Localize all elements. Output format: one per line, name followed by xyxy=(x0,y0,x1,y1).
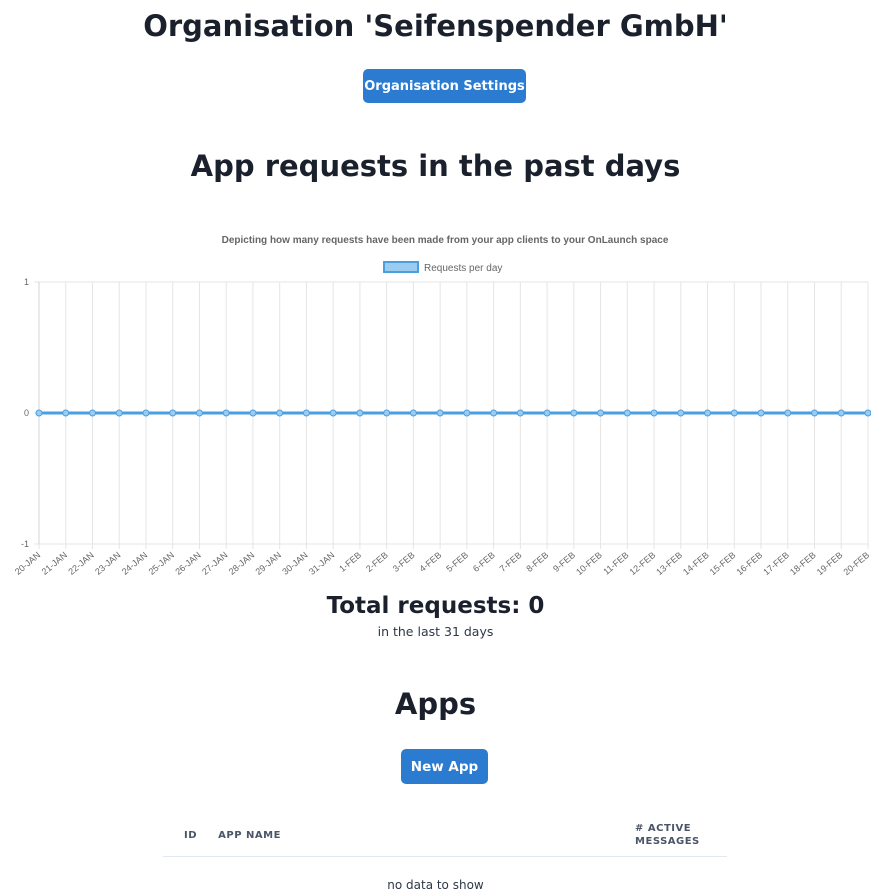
x-tick-label: 4-FEB xyxy=(417,550,443,574)
legend-label: Requests per day xyxy=(424,263,502,274)
x-tick-label: 2-FEB xyxy=(364,550,390,574)
x-tick-label: 9-FEB xyxy=(551,550,577,574)
data-point xyxy=(356,409,364,417)
data-point xyxy=(543,409,551,417)
data-point xyxy=(784,409,792,417)
x-tick-label: 19-FEB xyxy=(815,550,845,577)
y-tick-label: -1 xyxy=(21,539,29,549)
x-tick-label: 15-FEB xyxy=(708,550,738,577)
x-tick-label: 24-JAN xyxy=(120,550,149,577)
data-point xyxy=(302,409,310,417)
apps-table-header-row: ID APP NAME # ACTIVE MESSAGES xyxy=(163,818,727,857)
x-tick-label: 20-JAN xyxy=(13,550,42,577)
data-point xyxy=(811,409,819,417)
data-point xyxy=(570,409,578,417)
x-tick-label: 16-FEB xyxy=(735,550,765,577)
data-point xyxy=(864,409,871,417)
data-point xyxy=(837,409,845,417)
data-point xyxy=(623,409,631,417)
column-header-active-messages[interactable]: # ACTIVE MESSAGES xyxy=(635,818,727,857)
data-point xyxy=(62,409,70,417)
data-point xyxy=(597,409,605,417)
data-point xyxy=(677,409,685,417)
data-point xyxy=(195,409,203,417)
x-tick-label: 22-JAN xyxy=(66,550,95,577)
x-tick-label: 18-FEB xyxy=(788,550,818,577)
x-tick-label: 21-JAN xyxy=(40,550,69,577)
x-tick-label: 8-FEB xyxy=(524,550,550,574)
empty-state-text: no data to show xyxy=(387,878,484,892)
apps-section-title: Apps xyxy=(394,687,477,721)
page-title: Organisation 'Seifenspender GmbH' xyxy=(143,9,728,43)
x-tick-label: 13-FEB xyxy=(654,550,684,577)
x-tick-label: 5-FEB xyxy=(444,550,470,574)
data-point xyxy=(88,409,96,417)
column-header-id[interactable]: ID xyxy=(163,818,219,857)
requests-section-title: App requests in the past days xyxy=(190,149,681,183)
data-point xyxy=(490,409,498,417)
chart-title: Depicting how many requests have been ma… xyxy=(222,235,669,246)
requests-chart: Depicting how many requests have been ma… xyxy=(0,225,871,600)
new-app-button[interactable]: New App xyxy=(401,749,488,784)
x-tick-label: 31-JAN xyxy=(307,550,336,577)
data-point xyxy=(730,409,738,417)
total-requests: Total requests: 0 xyxy=(326,593,545,619)
x-tick-label: 29-JAN xyxy=(254,550,283,577)
x-tick-label: 14-FEB xyxy=(681,550,711,577)
requests-chart-svg: Depicting how many requests have been ma… xyxy=(13,235,871,577)
x-tick-label: 26-JAN xyxy=(173,550,202,577)
x-tick-label: 30-JAN xyxy=(280,550,309,577)
x-tick-label: 17-FEB xyxy=(761,550,791,577)
apps-table: ID APP NAME # ACTIVE MESSAGES xyxy=(163,818,727,857)
data-point xyxy=(142,409,150,417)
column-header-app-name[interactable]: APP NAME xyxy=(218,818,636,857)
data-point xyxy=(463,409,471,417)
x-tick-label: 25-JAN xyxy=(147,550,176,577)
x-tick-label: 20-FEB xyxy=(841,550,871,577)
data-point xyxy=(436,409,444,417)
x-tick-label: 28-JAN xyxy=(227,550,256,577)
x-tick-label: 23-JAN xyxy=(93,550,122,577)
y-tick-label: 0 xyxy=(24,408,29,418)
data-point xyxy=(704,409,712,417)
data-point xyxy=(329,409,337,417)
x-tick-label: 10-FEB xyxy=(574,550,604,577)
y-tick-label: 1 xyxy=(24,277,29,287)
legend-swatch xyxy=(383,261,419,273)
data-point xyxy=(222,409,230,417)
data-point xyxy=(516,409,524,417)
data-point xyxy=(249,409,257,417)
x-tick-label: 3-FEB xyxy=(391,550,417,574)
x-tick-label: 1-FEB xyxy=(337,550,363,574)
organisation-settings-button[interactable]: Organisation Settings xyxy=(363,69,526,103)
data-point xyxy=(650,409,658,417)
x-tick-label: 11-FEB xyxy=(601,550,630,577)
x-tick-label: 27-JAN xyxy=(200,550,229,577)
total-requests-subtitle: in the last 31 days xyxy=(377,624,494,639)
data-point xyxy=(757,409,765,417)
data-point xyxy=(409,409,417,417)
data-point xyxy=(276,409,284,417)
x-tick-label: 12-FEB xyxy=(628,550,658,577)
data-point xyxy=(169,409,177,417)
data-point xyxy=(35,409,43,417)
data-point xyxy=(115,409,123,417)
data-point xyxy=(383,409,391,417)
x-tick-label: 6-FEB xyxy=(471,550,497,574)
x-tick-label: 7-FEB xyxy=(498,550,524,574)
